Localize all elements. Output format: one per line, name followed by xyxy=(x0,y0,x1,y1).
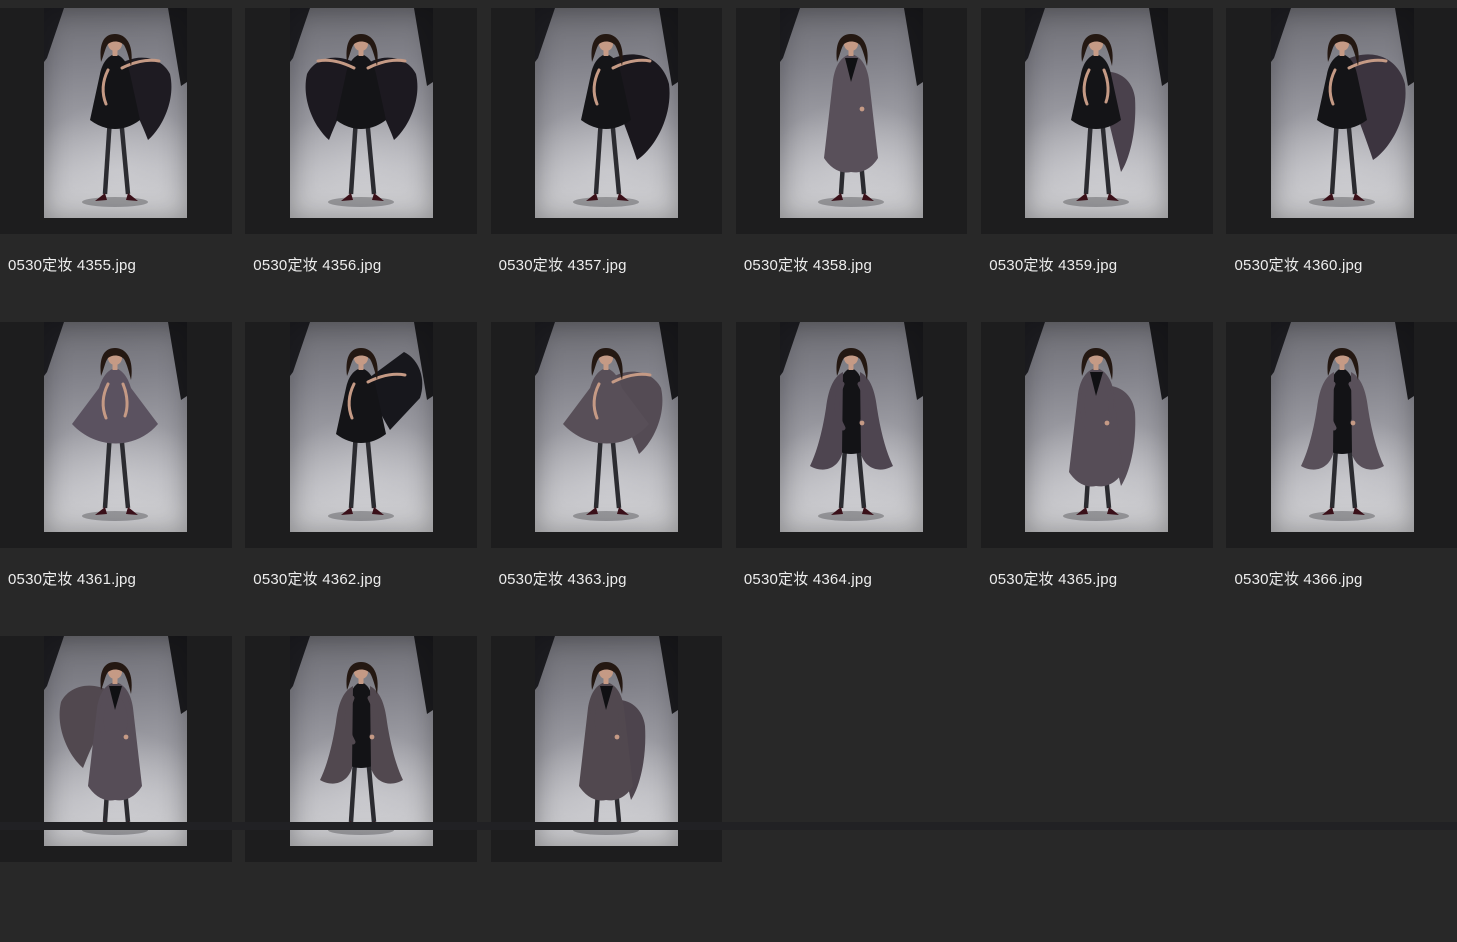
photo-item: 0530定妆 4359.jpg xyxy=(981,0,1213,314)
photo-image xyxy=(44,8,187,218)
photo-thumbnail[interactable] xyxy=(1226,8,1457,234)
photo-filename[interactable]: 0530定妆 4366.jpg xyxy=(1234,572,1457,588)
photo-thumbnail[interactable] xyxy=(736,322,968,548)
photo-thumbnail[interactable] xyxy=(491,8,723,234)
photo-item xyxy=(245,628,477,942)
photo-thumbnail[interactable] xyxy=(491,322,723,548)
photo-item: 0530定妆 4356.jpg xyxy=(245,0,477,314)
photo-image xyxy=(535,8,678,218)
photo-image xyxy=(290,322,433,532)
photo-thumbnail[interactable] xyxy=(0,322,232,548)
photo-item: 0530定妆 4363.jpg xyxy=(491,314,723,628)
photo-image xyxy=(290,636,433,846)
photo-grid: 0530定妆 4355.jpg 0530定妆 4356.jpg 0530定妆 4… xyxy=(0,0,1457,942)
photo-filename[interactable]: 0530定妆 4362.jpg xyxy=(253,572,477,588)
photo-image xyxy=(44,636,187,846)
photo-image xyxy=(290,8,433,218)
photo-item: 0530定妆 4365.jpg xyxy=(981,314,1213,628)
photo-image xyxy=(44,322,187,532)
photo-item xyxy=(491,628,723,942)
window-bottom-edge xyxy=(0,822,1457,830)
photo-thumbnail[interactable] xyxy=(736,8,968,234)
photo-filename[interactable]: 0530定妆 4358.jpg xyxy=(744,258,968,274)
photo-image xyxy=(1025,8,1168,218)
photo-image xyxy=(780,322,923,532)
photo-filename[interactable]: 0530定妆 4363.jpg xyxy=(499,572,723,588)
photo-item: 0530定妆 4360.jpg xyxy=(1226,0,1457,314)
photo-thumbnail[interactable] xyxy=(981,8,1213,234)
photo-image xyxy=(780,8,923,218)
photo-filename[interactable]: 0530定妆 4361.jpg xyxy=(8,572,232,588)
photo-filename[interactable]: 0530定妆 4356.jpg xyxy=(253,258,477,274)
photo-filename[interactable]: 0530定妆 4357.jpg xyxy=(499,258,723,274)
photo-thumbnail[interactable] xyxy=(1226,322,1457,548)
photo-filename[interactable]: 0530定妆 4359.jpg xyxy=(989,258,1213,274)
photo-filename[interactable]: 0530定妆 4365.jpg xyxy=(989,572,1213,588)
gallery-page: { "theme": { "page_background": "#282828… xyxy=(0,0,1457,830)
photo-image xyxy=(1271,322,1414,532)
photo-filename[interactable]: 0530定妆 4364.jpg xyxy=(744,572,968,588)
photo-filename[interactable]: 0530定妆 4355.jpg xyxy=(8,258,232,274)
photo-item: 0530定妆 4355.jpg xyxy=(0,0,232,314)
photo-filename[interactable]: 0530定妆 4360.jpg xyxy=(1234,258,1457,274)
photo-thumbnail[interactable] xyxy=(981,322,1213,548)
photo-thumbnail[interactable] xyxy=(245,8,477,234)
photo-image xyxy=(535,322,678,532)
photo-image xyxy=(1025,322,1168,532)
photo-item xyxy=(0,628,232,942)
photo-item: 0530定妆 4358.jpg xyxy=(736,0,968,314)
photo-item: 0530定妆 4362.jpg xyxy=(245,314,477,628)
photo-item: 0530定妆 4357.jpg xyxy=(491,0,723,314)
photo-item: 0530定妆 4361.jpg xyxy=(0,314,232,628)
photo-item: 0530定妆 4364.jpg xyxy=(736,314,968,628)
photo-image xyxy=(1271,8,1414,218)
photo-item: 0530定妆 4366.jpg xyxy=(1226,314,1457,628)
photo-thumbnail[interactable] xyxy=(245,322,477,548)
photo-thumbnail[interactable] xyxy=(0,8,232,234)
photo-image xyxy=(535,636,678,846)
